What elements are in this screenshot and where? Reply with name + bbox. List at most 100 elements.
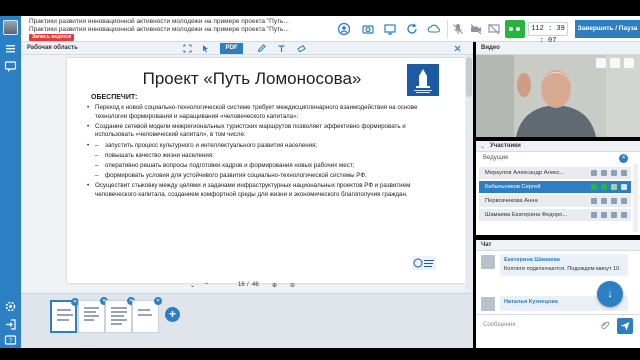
user-avatar[interactable] [3,20,18,35]
participant-row[interactable]: Меркулов Александр Алекс... [479,167,631,179]
presentation-stage: Проект «Путь Ломоносова» ОБЕСПЕЧИТ: Пере… [21,55,473,293]
cloud-upload-icon[interactable] [427,22,441,36]
chat-message: Екатерина Шамаева Коллеги подключаются. … [500,254,628,276]
participants-count-badge: 4 [619,154,628,163]
top-toolbar: Практики развития инновационной активнос… [21,16,640,45]
video-settings-icon[interactable] [596,58,606,68]
collapse-chevron-icon[interactable]: ⌄ [480,143,485,150]
bottom-padding [476,336,640,348]
stage-scrollbar[interactable] [465,55,473,293]
mic-icon[interactable] [591,184,597,190]
slide-thumbnail-strip: ✕ ✕ ✕ ✕ + [21,293,473,348]
message-author: Екатерина Шамаева [504,257,560,263]
slide-sub-bullet-list: запустить процесс культурного и интеллек… [85,142,435,181]
screen-icon[interactable] [611,184,617,190]
message-text: Коллеги подключаются. Подождем минут 10. [504,266,621,272]
attach-paperclip-icon[interactable] [600,320,611,331]
connection-status-indicator[interactable] [505,20,525,38]
slide-thumbnail[interactable]: ✕ [50,298,79,333]
screenshot-camera-icon[interactable] [361,22,375,36]
mic-icon[interactable] [591,212,597,218]
participant-name: Первозчикова Анна [485,198,538,204]
slide-bullet: Создание сетевой модели межрегиональных … [85,123,435,140]
more-icon[interactable] [621,184,627,190]
participants-header[interactable]: ⌄ Участники [476,141,640,152]
message-avatar [481,255,495,269]
mic-icon[interactable] [591,170,597,176]
mic-icon[interactable] [591,198,597,204]
participants-icon[interactable] [337,22,351,36]
workspace-label: Рабочая область [27,45,78,51]
close-workspace-icon[interactable] [453,44,462,53]
slide-sub-bullet: повышать качество жизни населения; [85,152,435,161]
mic-muted-icon[interactable] [451,22,465,36]
cursor-icon[interactable] [201,44,210,53]
slide-thumbnail[interactable]: ✕ [132,297,162,333]
screen-muted-icon[interactable] [487,22,501,36]
chevron-up-icon[interactable]: ⌃ [204,282,209,289]
left-rail: ? [0,16,21,348]
send-message-button[interactable] [617,318,633,334]
screen-icon[interactable] [611,198,617,204]
tab-pdf[interactable]: PDF [220,43,243,54]
participant-row[interactable]: Первозчикова Анна [479,195,631,207]
chat-message-input[interactable]: Сообщение [483,322,516,328]
slide-sub-bullet: запустить процесс культурного и интеллек… [85,142,435,151]
message-avatar [481,297,495,311]
slide-title: Проект «Путь Ломоносова» [142,69,362,88]
slide-subtitle: ОБЕСПЕЧИТ: [91,94,138,101]
slide-bullet: Переход к новой социально-технологическо… [85,104,435,121]
camera-icon[interactable] [601,212,607,218]
video-close-icon[interactable] [624,58,634,68]
exit-icon[interactable] [4,318,17,331]
more-icon[interactable] [621,198,627,204]
video-expand-icon[interactable] [610,58,620,68]
slide-thumbnail[interactable]: ✕ [105,297,135,333]
screen-share-icon[interactable] [383,22,397,36]
slide-thumbnail[interactable]: ✕ [78,297,108,333]
pdf-slide: Проект «Путь Ломоносова» ОБЕСПЕЧИТ: Пере… [67,58,465,283]
fullscreen-icon[interactable] [183,44,192,53]
help-icon[interactable]: ? [4,334,17,347]
draw-pen-icon[interactable] [257,44,266,53]
participant-row[interactable]: Шамаева Екатерина Федоро... [479,209,631,221]
footer-logo [412,256,436,270]
slide-bullet: Осуществит стыковку между целями и задач… [85,182,435,199]
screen-icon[interactable] [611,212,617,218]
more-icon[interactable] [621,170,627,176]
finish-pause-button[interactable]: Завершить / Пауза [575,20,640,38]
refresh-icon[interactable] [405,22,419,36]
chat-bubble-icon[interactable] [4,60,17,73]
slide-sub-list-wrap: запустить процесс культурного и интеллек… [85,142,435,181]
screen-icon[interactable] [611,170,617,176]
event-title-line-1: Практики развития инновационной активнос… [29,18,289,25]
camera-icon[interactable] [601,170,607,176]
participant-row[interactable]: Кибальников Сергей [479,181,631,193]
university-logo [407,64,439,96]
menu-icon[interactable] [4,42,17,55]
settings-gear-icon[interactable] [4,300,17,313]
scroll-to-bottom-button[interactable]: ↓ [597,281,623,307]
slide-sub-bullet: формировать условия для устойчивого разв… [85,172,435,181]
recording-badge: Запись ведется [29,34,75,41]
leaders-label: Ведущие [483,155,509,161]
chevron-down-icon[interactable]: ⌄ [190,282,195,289]
chat-label: Чат [481,242,492,248]
participant-name: Шамаева Екатерина Федоро... [485,212,568,218]
camera-icon[interactable] [601,184,607,190]
participants-scrollbar[interactable] [633,164,638,232]
page-separator: / [247,282,249,288]
slide-sub-bullet: оперативно решать вопросы подготовки кад… [85,162,435,171]
send-icon [620,322,630,331]
text-tool-icon[interactable] [277,44,286,53]
camera-muted-icon[interactable] [469,22,483,36]
video-header: Видео [476,42,640,55]
eraser-icon[interactable] [297,44,306,53]
event-title: Практики развития инновационной активнос… [29,18,329,34]
zoom-out-icon[interactable]: ⊖ [290,282,295,289]
remove-thumbnail-icon[interactable]: ✕ [154,297,162,305]
add-document-button[interactable]: + [165,307,180,322]
zoom-in-icon[interactable]: ⊕ [272,282,277,289]
camera-icon[interactable] [601,198,607,204]
more-icon[interactable] [621,212,627,218]
